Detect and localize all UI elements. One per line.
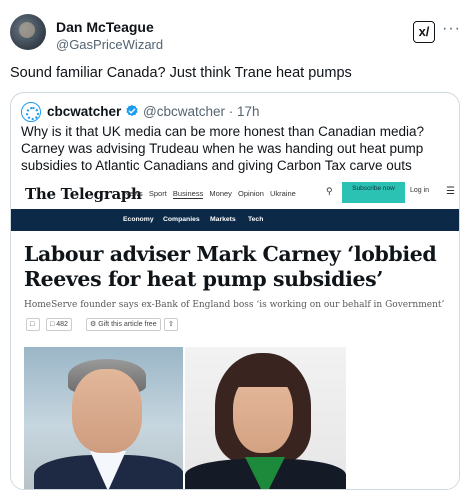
verified-badge-icon — [126, 104, 138, 117]
author-handle[interactable]: @GasPriceWizard — [56, 37, 163, 52]
quoted-author-handle[interactable]: @cbcwatcher · 17h — [143, 104, 260, 119]
login-link: Log in — [410, 187, 430, 194]
quoted-tweet-header: cbcwatcher @cbcwatcher · 17h — [21, 102, 441, 122]
subscribe-button: Subscribe now — [342, 182, 405, 203]
photo-rachel-reeves — [185, 347, 346, 489]
subnav-companies: Companies — [163, 216, 200, 223]
article-standfirst: HomeServe founder says ex-Bank of Englan… — [24, 300, 445, 310]
article-actions: □ □ 482 ⚙ Gift this article free ⇧ — [26, 318, 226, 332]
nav-money: Money — [209, 189, 232, 198]
subnav-tech: Tech — [248, 216, 264, 223]
quoted-author-name[interactable]: cbcwatcher — [47, 104, 121, 119]
article-headline: Labour adviser Mark Carney ‘lobbied Reev… — [24, 242, 437, 291]
photo-mark-carney — [24, 347, 183, 489]
subnav-economy: Economy — [123, 216, 154, 223]
quoted-author-avatar[interactable] — [21, 102, 41, 122]
search-icon: ⚲ — [326, 186, 333, 196]
more-options-icon[interactable]: ··· — [442, 20, 461, 38]
comment-count: 482 — [56, 321, 68, 328]
subnav-markets: Markets — [210, 216, 236, 223]
nav-opinion: Opinion — [238, 189, 264, 198]
tweet-text: Sound familiar Canada? Just think Trane … — [10, 65, 352, 81]
nav-sport: Sport — [148, 189, 167, 198]
bookmark-icon: □ — [26, 318, 40, 331]
telegraph-subnav: Economy Companies Markets Tech — [11, 209, 459, 231]
nav-ukraine: Ukraine — [269, 189, 296, 198]
share-icon: ⇧ — [164, 318, 178, 331]
grok-icon[interactable]: x/ — [413, 21, 435, 43]
nav-business: Business — [172, 189, 204, 199]
tweet-header: Dan McTeague @GasPriceWizard x/ ··· — [10, 14, 466, 54]
hamburger-menu-icon: ☰ — [446, 186, 455, 197]
author-avatar[interactable] — [10, 14, 46, 50]
quoted-tweet-card[interactable]: cbcwatcher @cbcwatcher · 17h Why is it t… — [10, 92, 460, 490]
nav-news: News — [124, 189, 143, 198]
gift-label: Gift this article free — [98, 321, 157, 328]
author-name[interactable]: Dan McTeague — [56, 19, 154, 35]
article-screenshot[interactable]: The Telegraph News Sport Business Money … — [11, 177, 459, 489]
gift-article-button: ⚙ Gift this article free — [86, 318, 161, 331]
comments-button: □ 482 — [46, 318, 72, 331]
telegraph-nav: News Sport Business Money Opinion Ukrain… — [124, 189, 300, 199]
